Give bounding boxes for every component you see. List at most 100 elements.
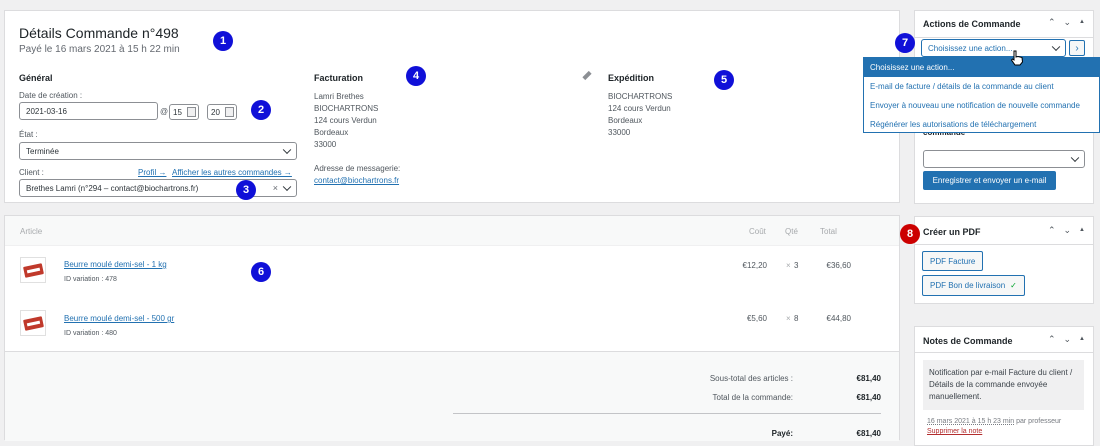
profile-link[interactable]: Profil → [138, 168, 166, 177]
date-label: Date de création : [19, 91, 83, 100]
minute-spinner-icon[interactable] [225, 107, 234, 117]
order-notes-title: Notes de Commande [923, 336, 1013, 346]
box-divider [915, 352, 1093, 353]
dropdown-option[interactable]: Choisissez une action... [864, 58, 1099, 77]
billing-heading: Facturation [314, 73, 364, 83]
subtotal-value: €81,40 [856, 374, 881, 383]
dropdown-option[interactable]: Régénérer les autorisations de télécharg… [864, 115, 1099, 134]
box-divider [915, 37, 1093, 38]
note-bubble: Notification par e-mail Facture du clien… [923, 360, 1084, 410]
minute-input[interactable]: 20 [207, 104, 237, 120]
collapse-icon[interactable]: ▲ [1079, 334, 1085, 345]
chevron-down-icon [282, 145, 292, 155]
item-qty: 3 [794, 261, 799, 270]
annotation-badge-1: 1 [213, 31, 233, 51]
item-total: €36,60 [826, 261, 851, 270]
item-cost: €5,60 [746, 314, 767, 323]
annotation-badge-4: 4 [406, 66, 426, 86]
move-down-icon[interactable]: ⌄ [1064, 334, 1072, 345]
status-label: État : [19, 130, 38, 139]
annotation-badge-3: 3 [236, 180, 256, 200]
note-author: par professeur [1016, 418, 1062, 425]
subtotal-label: Sous-total des articles : [709, 374, 793, 383]
billing-address: Lamri Brethes BIOCHARTRONS 124 cours Ver… [314, 92, 379, 149]
clear-icon[interactable]: × [273, 183, 278, 193]
move-up-icon[interactable]: ⌃ [1048, 225, 1056, 236]
order-details-panel: Détails Commande n°498 Payé le 16 mars 2… [4, 10, 900, 203]
product-thumbnail [20, 257, 46, 283]
collapse-icon[interactable]: ▲ [1079, 225, 1085, 236]
dropdown-option[interactable]: Envoyer à nouveau une notification de no… [864, 96, 1099, 115]
order-items-panel: Article Coût Qté Total Beurre moulé demi… [4, 215, 900, 441]
box-controls: ⌃ ⌄ ▲ [1048, 17, 1085, 28]
item-qty: 8 [794, 314, 799, 323]
order-action-select[interactable]: Choisissez une action... [921, 39, 1066, 57]
box-divider [915, 244, 1093, 245]
hour-spinner-icon[interactable] [187, 107, 196, 117]
box-controls: ⌃ ⌄ ▲ [1048, 225, 1085, 236]
totals-divider [453, 413, 881, 414]
shipping-heading: Expédition [608, 73, 655, 83]
product-link[interactable]: Beurre moulé demi-sel - 1 kg [64, 260, 167, 269]
payment-subtitle: Payé le 16 mars 2021 à 15 h 22 min [19, 44, 180, 55]
move-down-icon[interactable]: ⌄ [1064, 225, 1072, 236]
annotation-badge-5: 5 [714, 70, 734, 90]
chevron-down-icon [1070, 153, 1080, 163]
chevron-down-icon [282, 182, 292, 192]
times-sign: × [786, 261, 791, 270]
move-up-icon[interactable]: ⌃ [1048, 17, 1056, 28]
create-pdf-title: Créer un PDF [923, 227, 981, 237]
status-select[interactable]: Terminée [19, 142, 297, 160]
apply-action-button[interactable]: › [1069, 40, 1085, 56]
dropdown-option[interactable]: E-mail de facture / détails de la comman… [864, 77, 1099, 96]
email-label: Adresse de messagerie: [314, 164, 401, 173]
column-qty: Qté [785, 227, 798, 236]
move-down-icon[interactable]: ⌄ [1064, 17, 1072, 28]
create-pdf-box: Créer un PDF ⌃ ⌄ ▲ PDF Facture PDF Bon d… [914, 216, 1094, 304]
note-text: Notification par e-mail Facture du clien… [929, 368, 1073, 401]
annotation-badge-7: 7 [895, 33, 915, 53]
annotation-badge-2: 2 [251, 100, 271, 120]
hour-input[interactable]: 15 [169, 104, 199, 120]
order-total-value: €81,40 [856, 393, 881, 402]
check-icon: ✓ [1010, 281, 1017, 290]
page-title: Détails Commande n°498 [19, 25, 179, 41]
variation-id: ID variation : 478 [64, 276, 117, 283]
edit-billing-icon[interactable] [582, 70, 592, 81]
totals-area: Sous-total des articles : €81,40 Total d… [5, 351, 899, 441]
note-date: 16 mars 2021 à 15 h 23 min [927, 418, 1015, 425]
items-header-row: Article Coût Qté Total [5, 216, 899, 246]
billing-email-link[interactable]: contact@biochartrons.fr [314, 175, 399, 187]
order-notes-box: Notes de Commande ⌃ ⌄ ▲ Notification par… [914, 326, 1094, 446]
product-link[interactable]: Beurre moulé demi-sel - 500 gr [64, 314, 174, 323]
other-orders-link[interactable]: Afficher les autres commandes → [172, 168, 292, 177]
times-sign: × [786, 314, 791, 323]
pdf-invoice-button[interactable]: PDF Facture [922, 251, 984, 271]
save-and-send-email-button[interactable]: Enregistrer et envoyer un e-mail [923, 171, 1056, 190]
order-total-label: Total de la commande: [712, 393, 794, 402]
at-symbol: @ [160, 107, 169, 116]
item-cost: €12,20 [742, 261, 767, 270]
annotation-badge-6: 6 [251, 262, 271, 282]
general-heading: Général [19, 73, 53, 83]
column-article: Article [20, 227, 43, 236]
variation-id: ID variation : 480 [64, 330, 117, 337]
product-thumbnail [20, 310, 46, 336]
client-label: Client : [19, 168, 44, 177]
item-total: €44,80 [826, 314, 851, 323]
date-input[interactable]: 2021-03-16 [19, 102, 158, 120]
annotation-badge-8: 8 [900, 224, 920, 244]
order-actions-title: Actions de Commande [923, 19, 1021, 29]
order-action-dropdown: Choisissez une action... E-mail de factu… [863, 57, 1100, 133]
column-total: Total [820, 227, 837, 236]
shipping-address: BIOCHARTRONS 124 cours Verdun Bordeaux 3… [608, 92, 673, 137]
table-row: Beurre moulé demi-sel - 1 kg ID variatio… [5, 252, 899, 292]
pdf-delivery-note-button[interactable]: PDF Bon de livraison ✓ [922, 275, 1025, 296]
cursor-hand-icon [1010, 50, 1024, 66]
move-up-icon[interactable]: ⌃ [1048, 334, 1056, 345]
chevron-down-icon [1051, 42, 1061, 52]
note-meta: 16 mars 2021 à 15 h 23 min par professeu… [927, 418, 1061, 425]
email-template-select[interactable] [923, 150, 1085, 168]
table-row: Beurre moulé demi-sel - 500 gr ID variat… [5, 304, 899, 344]
collapse-icon[interactable]: ▲ [1079, 17, 1085, 28]
